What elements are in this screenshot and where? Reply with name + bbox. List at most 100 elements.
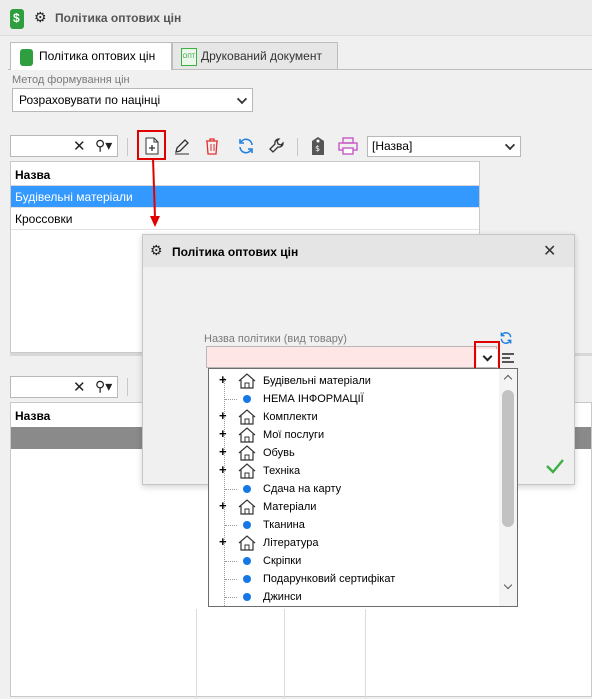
wholesale-doc-icon: ОПТ: [181, 48, 197, 66]
tree-item[interactable]: + Комплекти: [209, 408, 499, 426]
leaf-dot-icon: [243, 593, 251, 601]
leaf-dot-icon: [243, 575, 251, 583]
table-row[interactable]: Будівельні матеріали: [11, 186, 479, 208]
gear-icon: ⚙: [150, 242, 163, 258]
dropdown-button[interactable]: [477, 349, 497, 367]
scrollbar-thumb[interactable]: [502, 390, 514, 527]
tree-item[interactable]: НЕМА ІНФОРМАЦІЇ: [209, 390, 499, 408]
list-view-button[interactable]: [500, 349, 516, 367]
tree-item-label: Мої послуги: [263, 429, 325, 441]
chevron-up-icon[interactable]: [503, 374, 513, 384]
table-row[interactable]: Кроссовки: [11, 208, 479, 230]
refresh-icon: [500, 332, 512, 344]
method-label: Метод формування цін: [12, 74, 130, 86]
expand-icon[interactable]: +: [219, 372, 227, 387]
scrollbar[interactable]: [499, 369, 517, 606]
tree-branch-line: [225, 489, 237, 490]
tree-item[interactable]: + Матеріали: [209, 498, 499, 516]
tree-item[interactable]: Скріпки: [209, 552, 499, 570]
column-divider: [196, 609, 197, 699]
wrench-icon: [269, 138, 284, 153]
dialog-title: Політика оптових цін: [172, 245, 299, 259]
expand-icon[interactable]: +: [219, 444, 227, 459]
add-document-button[interactable]: [143, 135, 161, 156]
toolbar-separator: [127, 378, 128, 396]
tab-wholesale-policy[interactable]: Політика оптових цін: [10, 42, 172, 70]
view-select-value: [Назва]: [372, 139, 413, 153]
print-button[interactable]: [338, 136, 358, 156]
tree-item-label: Література: [263, 537, 319, 549]
tree-branch-line: [225, 579, 237, 580]
window-title: Політика оптових цін: [55, 11, 182, 25]
policy-name-field[interactable]: [206, 346, 497, 368]
tab-label: Друкований документ: [201, 49, 322, 63]
leaf-dot-icon: [243, 395, 251, 403]
tree-item[interactable]: Сдача на карту: [209, 480, 499, 498]
tree-item[interactable]: Подарунковий сертифікат: [209, 570, 499, 588]
tree-item[interactable]: + Обувь: [209, 444, 499, 462]
method-select-value: Розраховувати по націнці: [19, 93, 161, 107]
search-icon[interactable]: ⚲▾: [95, 137, 112, 154]
chevron-down-icon: [236, 93, 248, 105]
tree-branch-line: [225, 561, 237, 562]
tab-printed-document[interactable]: ОПТ Друкований документ: [172, 42, 338, 70]
expand-icon[interactable]: +: [219, 498, 227, 513]
policy-name-label: Назва політики (вид товару): [204, 333, 347, 345]
tree-item-label: Скріпки: [263, 555, 302, 567]
view-select[interactable]: [Назва]: [367, 136, 521, 157]
price-tag-icon: [20, 49, 33, 66]
search-input[interactable]: ✕ ⚲▾: [10, 135, 118, 157]
tree-item[interactable]: Джинси: [209, 588, 499, 606]
close-icon[interactable]: ✕: [543, 241, 556, 261]
price-tag-button[interactable]: $: [309, 135, 327, 157]
refresh-icon: [239, 138, 253, 154]
printer-icon: [338, 137, 358, 155]
settings-button[interactable]: [267, 136, 287, 156]
chevron-down-icon[interactable]: [503, 580, 513, 590]
confirm-button[interactable]: [544, 456, 566, 476]
tree-item-label: Тканина: [263, 519, 305, 531]
annotation-arrow: [150, 158, 160, 227]
tree-item-label: Сдача на карту: [263, 483, 342, 495]
expand-icon[interactable]: +: [219, 426, 227, 441]
tree-branch-line: [225, 525, 237, 526]
clear-icon[interactable]: ✕: [73, 378, 86, 396]
leaf-dot-icon: [243, 485, 251, 493]
tree-item-label: Подарунковий сертифікат: [263, 573, 396, 585]
field-refresh-button[interactable]: [498, 330, 514, 346]
search-icon[interactable]: ⚲▾: [95, 378, 112, 395]
app-logo-icon: $: [10, 9, 24, 29]
leaf-dot-icon: [243, 521, 251, 529]
tree-item-label: Будівельні матеріали: [263, 375, 371, 387]
bottom-search-input[interactable]: ✕ ⚲▾: [10, 376, 118, 398]
expand-icon[interactable]: +: [219, 462, 227, 477]
tree-item-label: Техніка: [263, 465, 301, 477]
edit-button[interactable]: [172, 136, 192, 156]
column-divider: [365, 609, 366, 699]
chevron-down-icon: [482, 351, 492, 362]
refresh-button[interactable]: [236, 136, 256, 156]
tree-item-label: Матеріали: [263, 501, 317, 513]
chevron-down-icon: [504, 139, 516, 151]
svg-text:$: $: [315, 144, 320, 153]
tree-item-label: Обувь: [263, 447, 295, 459]
toolbar-separator: [127, 138, 128, 156]
tree-item[interactable]: + Техніка: [209, 462, 499, 480]
leaf-dot-icon: [243, 557, 251, 565]
tree-item[interactable]: + Література: [209, 534, 499, 552]
dialog-titlebar: ⚙ Політика оптових цін ✕: [143, 235, 574, 267]
expand-icon[interactable]: +: [219, 534, 227, 549]
tree-item[interactable]: + Мої послуги: [209, 426, 499, 444]
tree-branch-line: [225, 399, 237, 400]
category-tree-dropdown[interactable]: + Будівельні матеріали НЕМА ІНФОРМАЦІЇ + Ком…: [208, 368, 518, 607]
tab-label: Політика оптових цін: [39, 49, 156, 63]
method-select[interactable]: Розраховувати по націнці: [12, 88, 253, 112]
column-header-name[interactable]: Назва: [11, 162, 479, 186]
delete-button[interactable]: [202, 136, 222, 156]
tree-item[interactable]: + Будівельні матеріали: [209, 372, 499, 390]
list-icon: [502, 353, 514, 363]
tree-item[interactable]: Тканина: [209, 516, 499, 534]
trash-icon: [206, 138, 218, 155]
expand-icon[interactable]: +: [219, 408, 227, 423]
clear-icon[interactable]: ✕: [73, 137, 86, 155]
